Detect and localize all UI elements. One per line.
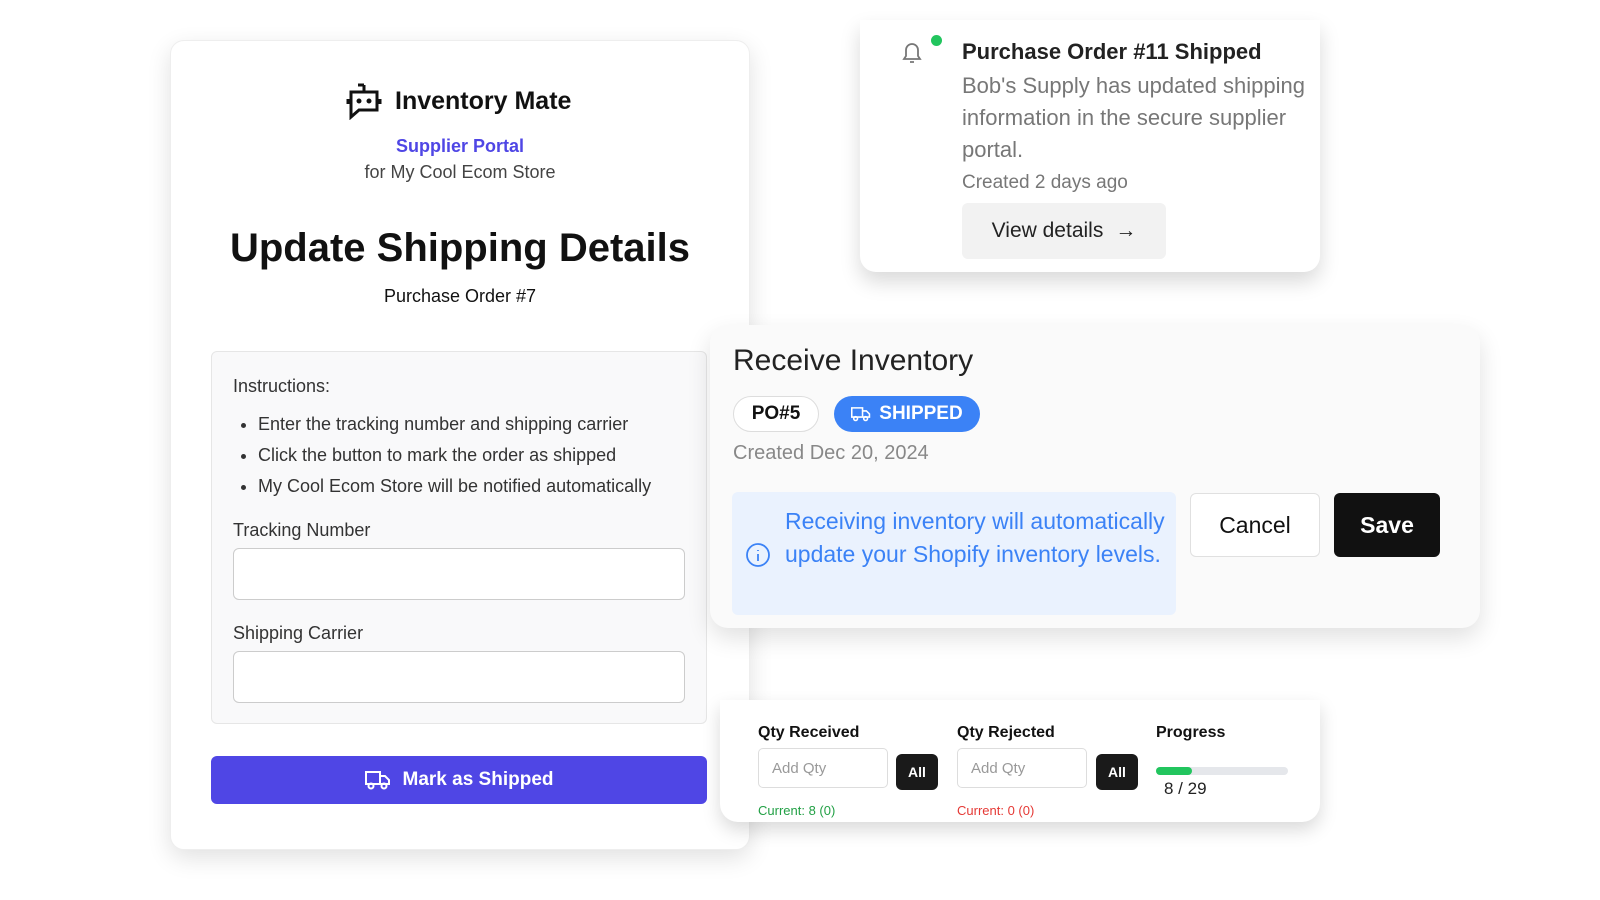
po-badge: PO#5 xyxy=(733,396,819,432)
notification-title: Purchase Order #11 Shipped xyxy=(962,39,1262,64)
po-number: Purchase Order #7 xyxy=(383,286,537,306)
truck-icon xyxy=(364,771,390,790)
notification-time: Created 2 days ago xyxy=(962,172,1128,193)
view-details-button[interactable]: View details → xyxy=(962,203,1166,259)
page-title: Update Shipping Details xyxy=(229,226,691,270)
receive-title: Receive Inventory xyxy=(733,344,974,377)
rejected-current: Current: 0 (0) xyxy=(957,803,1035,818)
shipping-carrier-input[interactable] xyxy=(233,651,685,703)
truck-icon xyxy=(851,407,871,422)
progress-bar xyxy=(1156,767,1288,775)
qty-rejected-input[interactable]: Add Qty xyxy=(957,748,1087,788)
info-icon xyxy=(746,543,770,567)
receive-created: Created Dec 20, 2024 xyxy=(733,442,929,464)
store-name: for My Cool Ecom Store xyxy=(364,162,556,182)
status-badge: SHIPPED xyxy=(834,396,980,432)
qty-rejected-label: Qty Rejected xyxy=(957,724,1055,741)
instruction-item: My Cool Ecom Store will be notified auto… xyxy=(258,471,706,502)
instruction-item: Click the button to mark the order as sh… xyxy=(258,440,706,471)
mark-shipped-button[interactable]: Mark as Shipped xyxy=(211,756,707,804)
mark-shipped-label: Mark as Shipped xyxy=(402,769,554,790)
receive-all-button[interactable]: All xyxy=(896,754,938,790)
received-current: Current: 8 (0) xyxy=(758,803,836,818)
progress-text: 8 / 29 xyxy=(1164,779,1207,798)
progress-label: Progress xyxy=(1156,724,1226,741)
info-text: Receiving inventory will automatically u… xyxy=(785,508,1165,567)
portal-link[interactable]: Supplier Portal xyxy=(170,136,750,157)
unread-dot xyxy=(931,35,942,46)
bell-icon xyxy=(902,43,922,63)
notification-body: Bob's Supply has updated shipping inform… xyxy=(962,73,1306,162)
cancel-button[interactable]: Cancel xyxy=(1190,493,1320,557)
reject-all-button[interactable]: All xyxy=(1096,754,1138,790)
qty-received-input[interactable]: Add Qty xyxy=(758,748,888,788)
carrier-label: Shipping Carrier xyxy=(233,623,364,643)
instruction-item: Enter the tracking number and shipping c… xyxy=(258,409,706,440)
brand-name: Inventory Mate xyxy=(395,86,572,115)
robot-chat-icon xyxy=(346,83,382,120)
tracking-number-input[interactable] xyxy=(233,548,685,600)
view-details-label: View details xyxy=(991,219,1104,242)
brand-logo: Inventory Mate xyxy=(345,82,571,120)
status-label: SHIPPED xyxy=(879,403,963,424)
info-banner: Receiving inventory will automatically u… xyxy=(732,492,1176,615)
tracking-label: Tracking Number xyxy=(233,520,371,540)
progress-fill xyxy=(1156,767,1193,775)
instructions-label: Instructions: xyxy=(233,376,331,396)
qty-received-label: Qty Received xyxy=(758,724,860,741)
save-button[interactable]: Save xyxy=(1334,493,1440,557)
arrow-right-icon: → xyxy=(1115,219,1137,242)
